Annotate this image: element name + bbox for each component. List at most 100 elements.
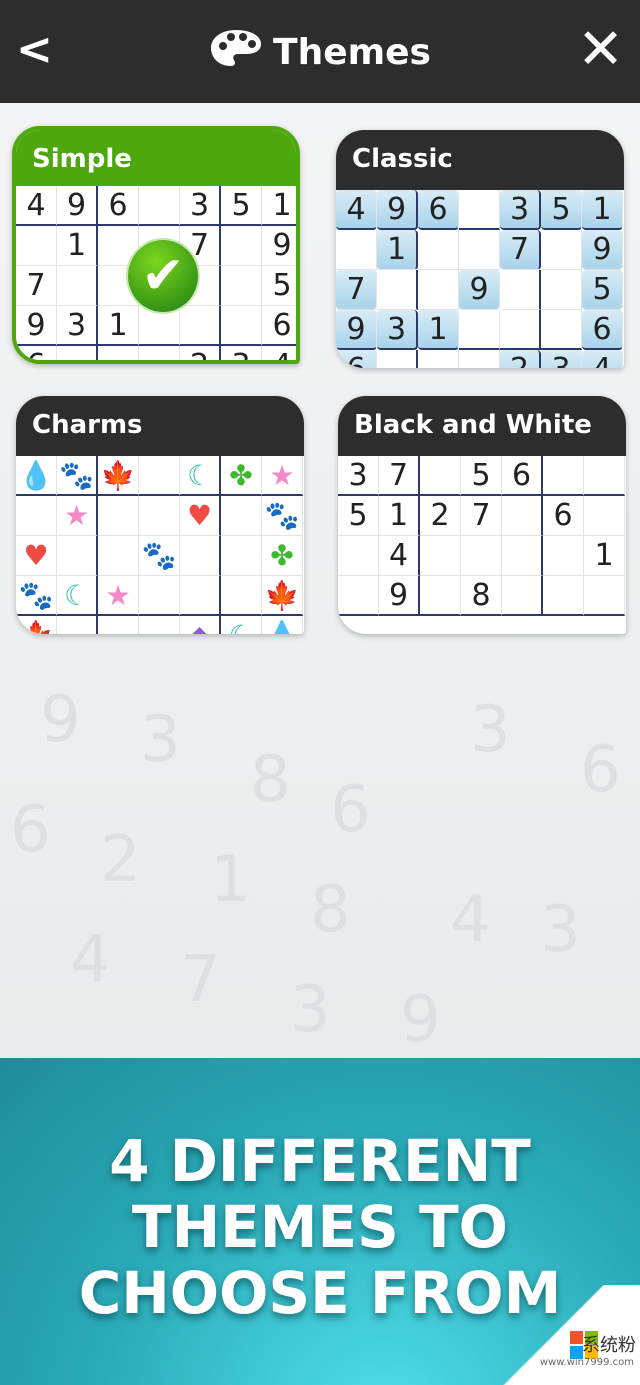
heart-icon: ♥ <box>16 536 57 576</box>
moon-icon: ☾ <box>180 456 221 496</box>
paw-icon: 🐾 <box>139 536 180 576</box>
grid-cell <box>57 266 98 306</box>
grid-cell: 6 <box>502 456 543 496</box>
heart-icon: ♥ <box>180 496 221 536</box>
grid-cell: 2 <box>500 350 541 368</box>
grid-cell: 3 <box>180 186 221 226</box>
grid-cell: 5 <box>582 270 623 310</box>
theme-card-charms[interactable]: Charms 💧🐾🍁☾✤★★♥🐾♥🐾✤🐾☾★🍁🍁◆☾💧 <box>16 396 304 634</box>
grid-cell: 9 <box>16 306 57 346</box>
grid-cell <box>420 456 461 496</box>
grid-cell: 1 <box>57 226 98 266</box>
drop-icon: 💧 <box>16 456 57 496</box>
grid-cell: 9 <box>582 230 623 270</box>
star-icon: ★ <box>57 496 98 536</box>
grid-cell <box>338 576 379 616</box>
grid-cell: 1 <box>379 496 420 536</box>
palette-icon <box>211 30 262 66</box>
grid-cell: 4 <box>582 350 623 368</box>
grid-cell: 3 <box>377 310 418 350</box>
grid-cell <box>584 576 625 616</box>
top-bar: < Themes ✕ <box>0 0 640 103</box>
theme-card-black-and-white[interactable]: Black and White 3756512764198 <box>338 396 626 634</box>
grid-cell <box>418 350 459 368</box>
theme-card-classic[interactable]: Classic 49635117979593166234 <box>336 130 624 368</box>
theme-title: Simple <box>16 130 296 186</box>
grid-cell: 1 <box>582 190 623 230</box>
grid-cell <box>541 310 582 350</box>
grid-cell: 5 <box>541 190 582 230</box>
preview-grid: 💧🐾🍁☾✤★★♥🐾♥🐾✤🐾☾★🍁🍁◆☾💧 <box>16 456 304 634</box>
grid-cell <box>139 186 180 226</box>
grid-cell: 6 <box>336 350 377 368</box>
grid-cell: 6 <box>98 186 139 226</box>
grid-cell <box>543 536 584 576</box>
grid-cell: 1 <box>98 306 139 346</box>
close-button[interactable]: ✕ <box>577 22 624 78</box>
grid-cell: 3 <box>338 456 379 496</box>
moon-icon: ☾ <box>221 616 262 634</box>
grid-cell: 6 <box>543 496 584 536</box>
promo-banner: 4 DIFFERENT THEMES TO CHOOSE FROM 系统粉 www.… <box>0 1058 640 1385</box>
theme-title: Black and White <box>338 396 626 456</box>
grid-cell <box>98 616 139 634</box>
watermark-text: 系统粉 <box>582 1335 636 1356</box>
grid-cell <box>502 496 543 536</box>
theme-title: Classic <box>336 130 624 190</box>
grid-cell: 2 <box>180 346 221 360</box>
grid-cell: 1 <box>377 230 418 270</box>
paw-icon: 🐾 <box>262 496 303 536</box>
leaf-icon: 🍁 <box>98 456 139 496</box>
grid-cell <box>139 616 180 634</box>
grid-cell: 6 <box>418 190 459 230</box>
grid-cell <box>541 230 582 270</box>
grid-cell: 5 <box>221 186 262 226</box>
grid-cell <box>502 536 543 576</box>
theme-card-simple[interactable]: Simple 4963511797593166234✔ <box>12 126 300 364</box>
moon-icon: ☾ <box>57 576 98 616</box>
grid-cell <box>420 536 461 576</box>
grid-cell: 6 <box>582 310 623 350</box>
grid-cell: 7 <box>500 230 541 270</box>
grid-cell <box>459 310 500 350</box>
grid-cell <box>16 496 57 536</box>
grid-cell: 9 <box>379 576 420 616</box>
grid-cell <box>502 576 543 616</box>
grid-cell <box>180 306 221 346</box>
grid-cell: 4 <box>16 186 57 226</box>
grid-cell <box>459 230 500 270</box>
grid-cell: 4 <box>379 536 420 576</box>
grid-cell <box>98 346 139 360</box>
grid-cell <box>221 576 262 616</box>
grid-cell: 1 <box>418 310 459 350</box>
grid-cell <box>584 456 625 496</box>
grid-cell <box>221 306 262 346</box>
grid-cell <box>500 270 541 310</box>
preview-grid: 3756512764198 <box>338 456 626 616</box>
grid-cell <box>543 576 584 616</box>
clover-icon: ✤ <box>221 456 262 496</box>
grid-cell: 9 <box>336 310 377 350</box>
grid-cell: 5 <box>262 266 296 306</box>
grid-cell <box>57 346 98 360</box>
grid-cell: 8 <box>461 576 502 616</box>
close-icon: ✕ <box>577 17 624 82</box>
grid-cell: 1 <box>584 536 625 576</box>
grid-cell <box>139 346 180 360</box>
title-text: Themes <box>273 32 431 73</box>
grid-cell <box>418 230 459 270</box>
grid-cell <box>459 350 500 368</box>
watermark-url: www.win7999.com <box>539 1357 634 1368</box>
grid-cell <box>338 536 379 576</box>
paw-icon: 🐾 <box>57 456 98 496</box>
clover-icon: ✤ <box>262 536 303 576</box>
grid-cell: 3 <box>541 350 582 368</box>
grid-cell <box>221 496 262 536</box>
grid-cell: 1 <box>262 186 296 226</box>
grid-cell: 7 <box>336 270 377 310</box>
grid-cell <box>57 616 98 634</box>
theme-title: Charms <box>16 396 304 456</box>
grid-cell: 3 <box>221 346 262 360</box>
preview-grid: 49635117979593166234 <box>336 190 624 368</box>
selected-check-icon: ✔ <box>126 238 200 314</box>
